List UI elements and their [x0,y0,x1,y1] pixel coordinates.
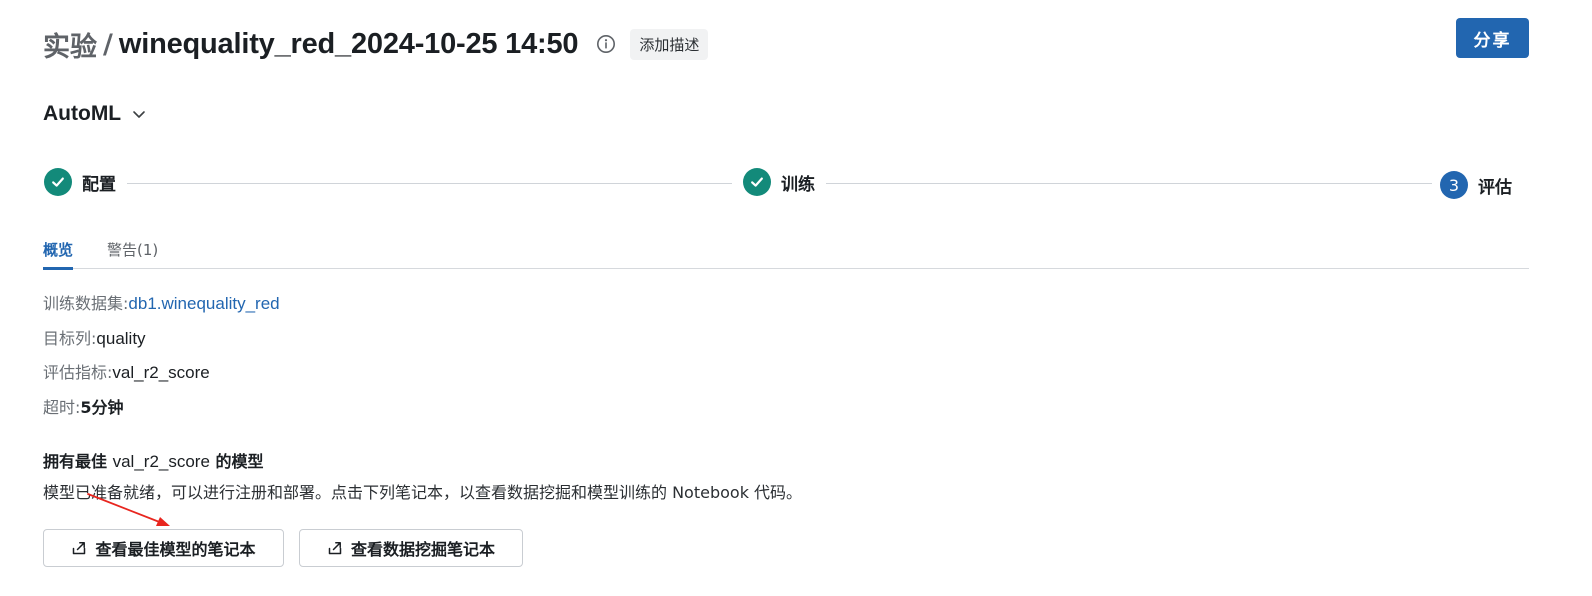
info-metric: 评估指标: val_r2_score [43,359,210,383]
info-label: 超时: [43,398,81,417]
check-icon [44,168,72,196]
page-title: winequality_red_2024-10-25 14:50 [118,27,579,60]
step-number: 3 [1440,171,1468,199]
info-timeout: 超时: 5分钟 [43,394,124,418]
step-label: 评估 [1478,177,1512,198]
tab-warnings[interactable]: 警告(1) [107,239,158,267]
annotation-arrow [87,493,170,526]
add-description-button[interactable]: 添加描述 [630,28,709,60]
step-label: 训练 [781,174,815,195]
best-model-heading: 拥有最佳 val_r2_score 的模型 [43,448,264,472]
external-link-icon [71,540,87,556]
stepper-connector [826,183,1432,184]
info-label: 评估指标: [43,363,113,382]
info-target: 目标列: quality [43,325,146,349]
chevron-down-icon [131,106,147,122]
page-header: 实验 / winequality_red_2024-10-25 14:50 添加… [43,22,709,66]
step-training[interactable]: 训练 [743,166,815,198]
share-button[interactable]: 分享 [1456,18,1529,58]
automl-selector-label: AutoML [43,102,122,125]
info-label: 目标列: [43,329,97,348]
step-config[interactable]: 配置 [44,166,116,198]
external-link-icon [327,540,343,556]
button-label: 查看最佳模型的笔记本 [95,540,256,559]
tab-bar: 概览 警告(1) [43,237,1529,270]
breadcrumb-separator: / [103,28,113,60]
info-value: quality [96,329,146,348]
info-dataset: 训练数据集: db1.winequality_red [43,290,280,314]
info-value: 5分钟 [80,398,124,417]
info-value: val_r2_score [112,363,210,382]
stepper-connector [127,183,732,184]
info-icon[interactable] [596,34,616,54]
progress-stepper: 配置 训练 3 评估 [43,166,1529,202]
button-label: 查看数据挖掘笔记本 [350,540,495,559]
info-label: 训练数据集: [43,294,129,313]
experiment-page: 实验 / winequality_red_2024-10-25 14:50 添加… [0,0,1592,596]
heading-suffix: 的模型 [215,452,264,471]
heading-prefix: 拥有最佳 [43,452,108,471]
automl-selector[interactable]: AutoML [43,102,147,126]
view-best-model-notebook-button[interactable]: 查看最佳模型的笔记本 [43,529,284,567]
breadcrumb-experiments[interactable]: 实验 [43,25,97,64]
step-label: 配置 [82,174,116,195]
check-icon [743,168,771,196]
view-data-exploration-notebook-button[interactable]: 查看数据挖掘笔记本 [299,529,523,567]
step-evaluation[interactable]: 3 评估 [1440,169,1512,201]
tab-overview[interactable]: 概览 [43,239,74,270]
heading-metric: val_r2_score [112,452,210,471]
dataset-link[interactable]: db1.winequality_red [128,294,279,314]
